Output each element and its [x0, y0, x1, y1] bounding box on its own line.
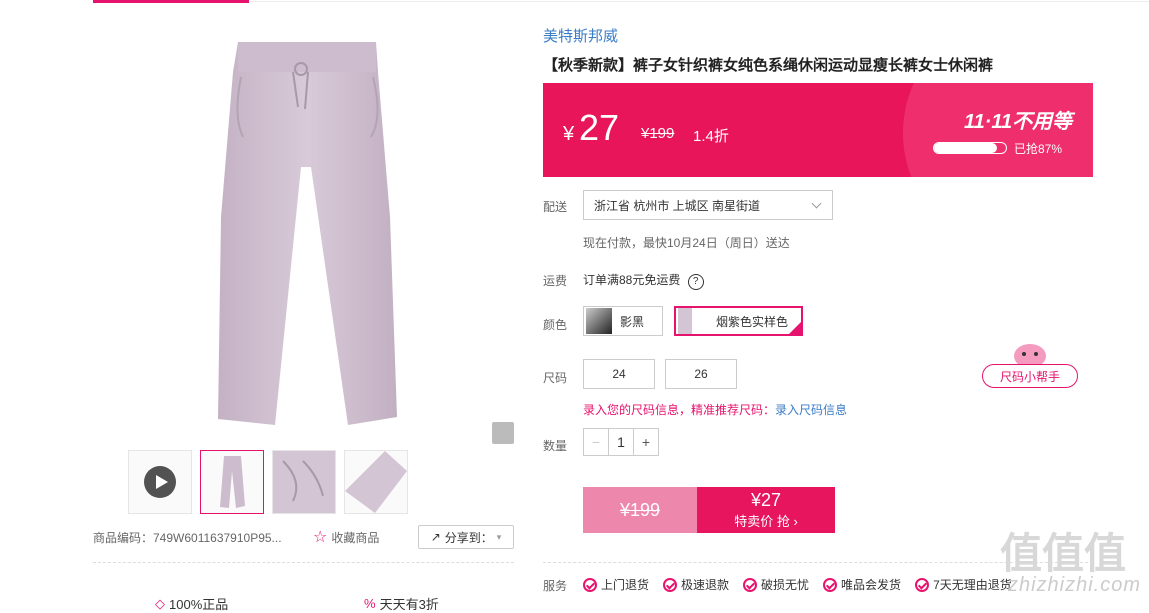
buy-area: ¥199 ¥27 特卖价 抢 ›: [583, 487, 835, 533]
promise-discount: % 天天有3折: [364, 594, 439, 613]
brand-link[interactable]: 美特斯邦威: [543, 25, 618, 46]
chevron-down-icon: [811, 198, 822, 209]
size-option-26[interactable]: 26: [665, 359, 737, 389]
check-icon: [663, 577, 678, 592]
check-icon: [915, 577, 930, 592]
color-swatch-black: [586, 308, 612, 334]
sold-percent-text: 已抢87%: [1014, 142, 1063, 156]
active-tab-indicator: [93, 0, 249, 3]
color-option-black[interactable]: 影黑: [583, 306, 663, 336]
thumbnail-hem-detail[interactable]: [344, 450, 408, 514]
main-product-image[interactable]: [93, 17, 514, 445]
buy-now-button[interactable]: ¥27 特卖价 抢 ›: [697, 487, 835, 533]
shield-icon: ◇: [155, 595, 165, 611]
top-divider: [249, 1, 1149, 2]
color-label: 颜色: [543, 318, 568, 332]
service-label: 唯品会发货: [841, 578, 902, 592]
shipping-label: 运费: [543, 274, 568, 288]
star-icon: ☆: [313, 529, 328, 546]
discount-icon: %: [364, 596, 376, 611]
current-price: 27: [579, 107, 620, 148]
service-item: 破损无忧: [743, 576, 809, 593]
check-icon: [743, 577, 758, 592]
favorite-button[interactable]: ☆ 收藏商品: [313, 527, 379, 547]
shipping-info: 订单满88元免运费 ?: [583, 271, 704, 290]
color-option-label: 影黑: [620, 314, 645, 329]
delivery-eta: 现在付款，最快10月24日（周日）送达: [583, 236, 790, 250]
original-price: ¥199: [641, 125, 675, 142]
promise-genuine-label: 100%正品: [169, 597, 229, 612]
quantity-label: 数量: [543, 439, 568, 453]
left-divider: [93, 562, 514, 563]
selected-check-icon: [788, 321, 802, 335]
currency-symbol: ¥: [563, 123, 575, 145]
service-label: 破损无忧: [761, 578, 810, 592]
quantity-stepper[interactable]: − 1 +: [583, 428, 659, 456]
service-item: 上门退货: [583, 576, 649, 593]
size-info: 录入您的尺码信息，精准推荐尺码：录入尺码信息: [583, 401, 847, 418]
thumbnail-front[interactable]: [200, 450, 264, 514]
share-button[interactable]: ↗ 分享到： ▾: [418, 525, 514, 549]
size-helper-button[interactable]: 尺码小帮手: [982, 364, 1078, 388]
color-option-purple[interactable]: 烟紫色实样色: [674, 306, 803, 336]
play-icon[interactable]: [144, 466, 176, 498]
event-title: 11·11不用等: [964, 111, 1073, 133]
promise-discount-label: 天天有3折: [379, 597, 439, 612]
thumbnail-video[interactable]: [128, 450, 192, 514]
service-label: 极速退款: [681, 578, 730, 592]
buy-price: ¥27: [750, 490, 782, 510]
product-title: 【秋季新款】裤子女针织裤女纯色系绳休闲运动显瘦长裤女士休闲裤: [543, 57, 994, 74]
watermark-logo: 值值值: [1000, 530, 1127, 577]
size-info-link[interactable]: 录入尺码信息: [775, 403, 847, 417]
delivery-label: 配送: [543, 200, 568, 214]
buy-original-price: ¥199: [583, 487, 697, 533]
product-sku: 商品编码：749W6011637910P95...: [93, 531, 282, 545]
size-label: 尺码: [543, 371, 568, 385]
buy-subtext: 特卖价 抢 ›: [734, 514, 798, 529]
favorite-label: 收藏商品: [331, 530, 380, 545]
shipping-text: 订单满88元免运费: [583, 273, 681, 287]
address-value: 浙江省 杭州市 上城区 南星街道: [594, 198, 761, 213]
share-label: 分享到：: [444, 530, 493, 545]
check-icon: [583, 577, 597, 592]
size-helper[interactable]: 尺码小帮手: [982, 336, 1078, 390]
size-option-24[interactable]: 24: [583, 359, 655, 389]
thumbnail-waist-detail[interactable]: [272, 450, 336, 514]
services-label: 服务: [543, 579, 568, 593]
increase-button[interactable]: +: [633, 429, 658, 455]
color-option-label: 烟紫色实样色: [716, 314, 789, 329]
service-item: 7天无理由退货: [915, 576, 1012, 593]
service-item: 极速退款: [663, 576, 729, 593]
price-banner: ¥ 27 ¥199 1.4折 11·11不用等 已抢87%: [543, 83, 1093, 177]
color-swatch-purple: [678, 308, 692, 334]
chevron-down-icon: ▾: [496, 531, 502, 542]
zoom-icon[interactable]: [492, 422, 514, 444]
service-item: 唯品会发货: [823, 576, 901, 593]
decrease-button[interactable]: −: [584, 429, 609, 455]
service-label: 上门退货: [601, 578, 650, 592]
check-icon: [823, 577, 838, 592]
quantity-input[interactable]: 1: [609, 429, 633, 455]
discount-rate: 1.4折: [693, 128, 729, 145]
size-info-text: 录入您的尺码信息，精准推荐尺码：: [583, 403, 776, 417]
help-icon[interactable]: ?: [687, 274, 704, 290]
address-select[interactable]: 浙江省 杭州市 上城区 南星街道: [583, 190, 833, 220]
thumbnail-strip: [128, 450, 408, 514]
services-list: 上门退货 极速退款 破损无忧 唯品会发货 7天无理由退货: [583, 576, 1012, 593]
watermark-text: zhizhizhi.com: [1007, 574, 1141, 596]
sold-progress-fill: [934, 143, 997, 153]
sold-progress-bar: [933, 142, 1007, 154]
share-icon: ↗: [430, 530, 441, 544]
promise-genuine: ◇ 100%正品: [155, 594, 228, 613]
